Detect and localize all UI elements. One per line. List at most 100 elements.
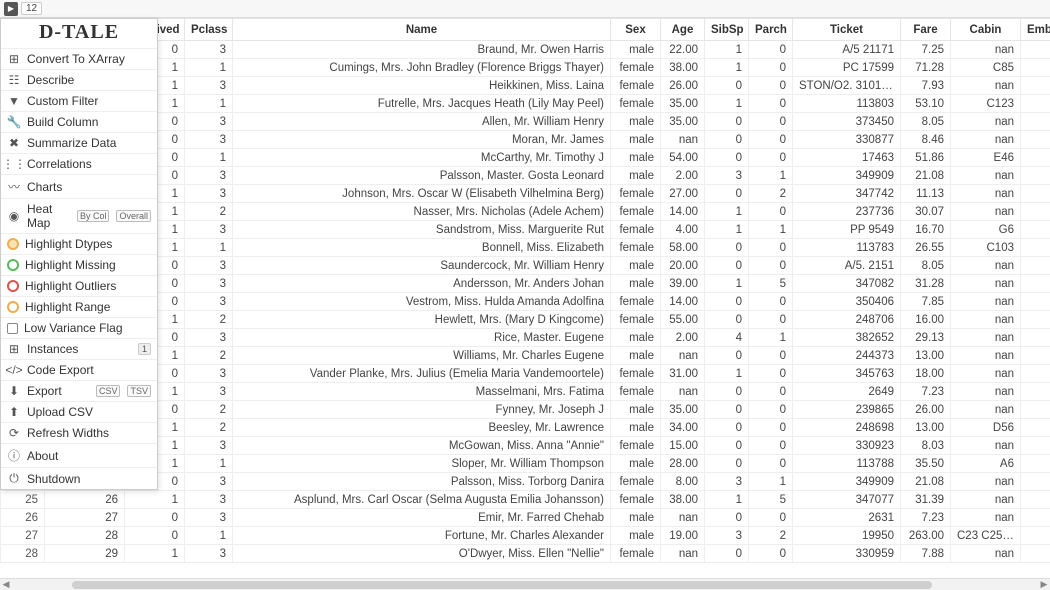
cell-ticket[interactable]: 239865 (793, 401, 901, 419)
cell-ticket[interactable]: 17463 (793, 149, 901, 167)
cell-age[interactable]: 54.00 (661, 149, 705, 167)
cell-cabin[interactable]: nan (951, 473, 1021, 491)
cell-sex[interactable]: male (611, 275, 661, 293)
cell-passengerid[interactable]: 28 (45, 527, 125, 545)
cell-sibsp[interactable]: 0 (705, 401, 749, 419)
cell-parch[interactable]: 0 (749, 383, 793, 401)
menu-item-convert-to-xarray[interactable]: ⊞Convert To XArray (1, 48, 157, 69)
cell-name[interactable]: Andersson, Mr. Anders Johan (233, 275, 611, 293)
cell-cabin[interactable]: G6 (951, 221, 1021, 239)
cell-sex[interactable]: male (611, 149, 661, 167)
menu-item-describe[interactable]: ☷Describe (1, 69, 157, 90)
cell-sibsp[interactable]: 0 (705, 239, 749, 257)
cell-ticket[interactable]: 373450 (793, 113, 901, 131)
cell-cabin[interactable]: nan (951, 329, 1021, 347)
cell-sibsp[interactable]: 1 (705, 275, 749, 293)
cell-parch[interactable]: 2 (749, 527, 793, 545)
cell-age[interactable]: 2.00 (661, 329, 705, 347)
cell-embarked[interactable]: C (1021, 509, 1050, 527)
cell-embarked[interactable]: S (1021, 293, 1050, 311)
cell-sibsp[interactable]: 3 (705, 473, 749, 491)
cell-age[interactable]: 35.00 (661, 401, 705, 419)
cell-parch[interactable]: 0 (749, 455, 793, 473)
menu-item-upload-csv[interactable]: ⬆Upload CSV (1, 401, 157, 422)
cell-sex[interactable]: male (611, 167, 661, 185)
menu-item-highlight-outliers[interactable]: Highlight Outliers (1, 275, 157, 296)
cell-ticket[interactable]: A/5 21171 (793, 41, 901, 59)
cell-sibsp[interactable]: 0 (705, 383, 749, 401)
menu-item-about[interactable]: ⓘAbout (1, 443, 157, 467)
cell-name[interactable]: Heikkinen, Miss. Laina (233, 77, 611, 95)
cell-ticket[interactable]: A/5. 2151 (793, 257, 901, 275)
table-row[interactable]: 252613Asplund, Mrs. Carl Oscar (Selma Au… (1, 491, 1050, 509)
cell-idx[interactable]: 25 (1, 491, 45, 509)
cell-sex[interactable]: female (611, 293, 661, 311)
cell-cabin[interactable]: nan (951, 437, 1021, 455)
cell-parch[interactable]: 0 (749, 113, 793, 131)
cell-pclass[interactable]: 3 (185, 167, 233, 185)
cell-embarked[interactable]: S (1021, 311, 1050, 329)
cell-ticket[interactable]: 330923 (793, 437, 901, 455)
cell-parch[interactable]: 0 (749, 419, 793, 437)
cell-parch[interactable]: 0 (749, 545, 793, 563)
cell-sex[interactable]: female (611, 77, 661, 95)
cell-ticket[interactable]: PC 17599 (793, 59, 901, 77)
cell-sibsp[interactable]: 1 (705, 95, 749, 113)
cell-fare[interactable]: 8.46 (901, 131, 951, 149)
cell-sibsp[interactable]: 0 (705, 347, 749, 365)
cell-fare[interactable]: 13.00 (901, 419, 951, 437)
cell-name[interactable]: Williams, Mr. Charles Eugene (233, 347, 611, 365)
cell-age[interactable]: 31.00 (661, 365, 705, 383)
cell-fare[interactable]: 8.03 (901, 437, 951, 455)
column-header[interactable]: Ticket (793, 19, 901, 41)
cell-parch[interactable]: 0 (749, 347, 793, 365)
cell-sex[interactable]: male (611, 41, 661, 59)
cell-pclass[interactable]: 3 (185, 329, 233, 347)
cell-cabin[interactable]: nan (951, 203, 1021, 221)
cell-embarked[interactable]: Q (1021, 329, 1050, 347)
cell-name[interactable]: Braund, Mr. Owen Harris (233, 41, 611, 59)
cell-embarked[interactable]: S (1021, 77, 1050, 95)
cell-sex[interactable]: male (611, 113, 661, 131)
cell-embarked[interactable]: C (1021, 203, 1050, 221)
cell-sibsp[interactable]: 0 (705, 437, 749, 455)
menu-item-correlations[interactable]: ⋮⋮Correlations (1, 153, 157, 174)
cell-parch[interactable]: 0 (749, 401, 793, 419)
play-button[interactable]: ▶ (4, 2, 18, 16)
cell-passengerid[interactable]: 26 (45, 491, 125, 509)
cell-idx[interactable]: 26 (1, 509, 45, 527)
scroll-right-icon[interactable]: ▶ (1038, 579, 1050, 590)
cell-age[interactable]: 19.00 (661, 527, 705, 545)
menu-item-export[interactable]: ⬇ExportCSVTSV (1, 380, 157, 401)
cell-pclass[interactable]: 3 (185, 293, 233, 311)
cell-sex[interactable]: male (611, 347, 661, 365)
cell-cabin[interactable]: nan (951, 365, 1021, 383)
cell-ticket[interactable]: 237736 (793, 203, 901, 221)
cell-parch[interactable]: 0 (749, 365, 793, 383)
cell-cabin[interactable]: nan (951, 131, 1021, 149)
cell-embarked[interactable]: S (1021, 221, 1050, 239)
cell-fare[interactable]: 31.39 (901, 491, 951, 509)
cell-fare[interactable]: 16.70 (901, 221, 951, 239)
cell-cabin[interactable]: nan (951, 185, 1021, 203)
cell-sex[interactable]: female (611, 365, 661, 383)
cell-age[interactable]: 27.00 (661, 185, 705, 203)
cell-sex[interactable]: male (611, 419, 661, 437)
cell-cabin[interactable]: C85 (951, 59, 1021, 77)
cell-name[interactable]: Vander Planke, Mrs. Julius (Emelia Maria… (233, 365, 611, 383)
cell-sibsp[interactable]: 0 (705, 311, 749, 329)
cell-sex[interactable]: male (611, 509, 661, 527)
cell-parch[interactable]: 5 (749, 275, 793, 293)
cell-pclass[interactable]: 3 (185, 113, 233, 131)
cell-ticket[interactable]: 382652 (793, 329, 901, 347)
cell-pclass[interactable]: 1 (185, 527, 233, 545)
cell-cabin[interactable]: nan (951, 293, 1021, 311)
cell-pclass[interactable]: 3 (185, 41, 233, 59)
cell-name[interactable]: Futrelle, Mrs. Jacques Heath (Lily May P… (233, 95, 611, 113)
cell-pclass[interactable]: 3 (185, 185, 233, 203)
cell-cabin[interactable]: nan (951, 509, 1021, 527)
cell-name[interactable]: Beesley, Mr. Lawrence (233, 419, 611, 437)
cell-sibsp[interactable]: 3 (705, 527, 749, 545)
cell-sibsp[interactable]: 0 (705, 509, 749, 527)
cell-parch[interactable]: 0 (749, 437, 793, 455)
